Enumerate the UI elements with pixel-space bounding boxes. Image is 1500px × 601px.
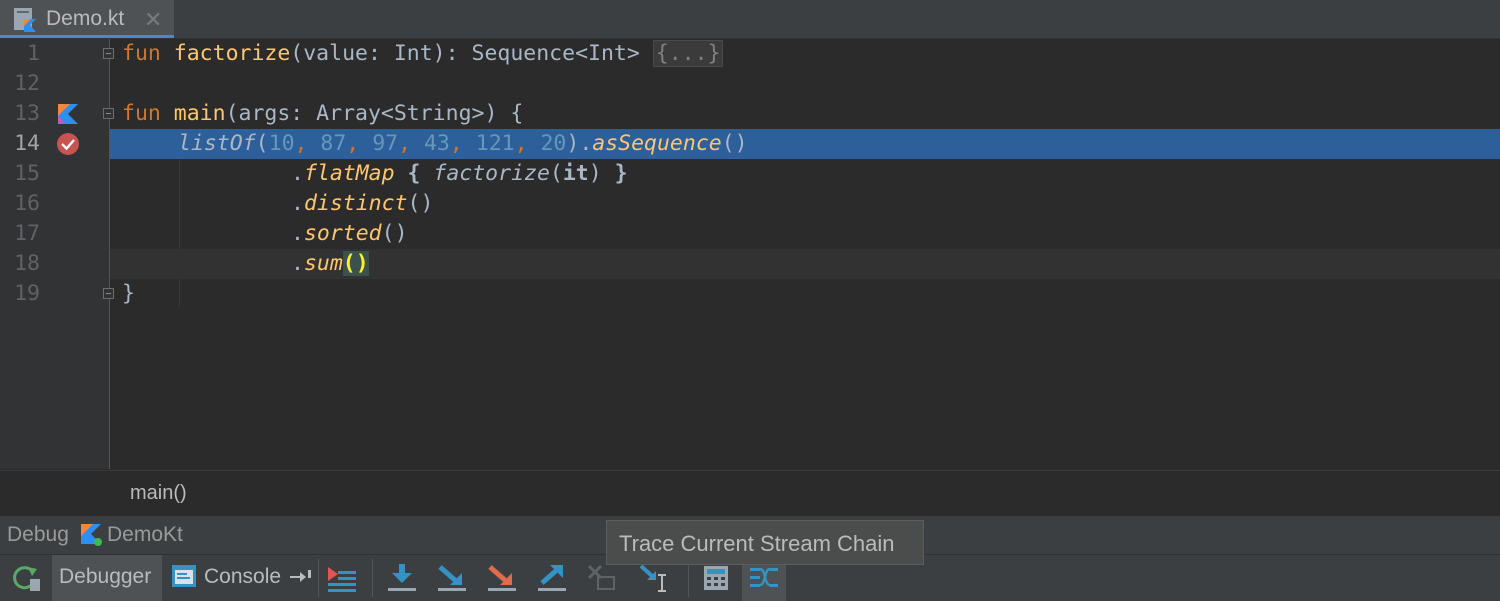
breadcrumb-bar: main() [0, 470, 1500, 517]
code-line-15: 15 .flatMap { factorize(it) } [0, 159, 1500, 189]
function-name: main [173, 101, 226, 126]
toolbar-separator [372, 559, 373, 597]
console-label: Console [204, 565, 282, 588]
line-number: 15 [14, 161, 40, 186]
number-literal: 97 [372, 131, 399, 156]
dot: . [291, 221, 304, 246]
step-into-icon[interactable] [436, 563, 468, 593]
breadcrumb[interactable]: main() [130, 482, 187, 505]
brace: } [614, 161, 628, 186]
line-number: 14 [14, 131, 40, 156]
line-number: 12 [14, 71, 40, 96]
code-line-1: 1 fun factorize(value: Int): Sequence<In… [0, 39, 1500, 69]
run-config-name[interactable]: DemoKt [107, 523, 183, 547]
line-number: 1 [27, 41, 40, 66]
code-line-18: 18 .sum() [0, 249, 1500, 279]
kotlin-config-icon [81, 524, 102, 546]
tab-debugger[interactable]: Debugger [52, 555, 162, 601]
number-literal: 43 [423, 131, 450, 156]
fold-collapse-icon[interactable] [103, 108, 114, 119]
run-to-cursor-icon[interactable] [638, 563, 670, 593]
breakpoint-icon[interactable] [56, 132, 80, 156]
call-assequence: asSequence [592, 131, 722, 156]
signature: (value: Int): Sequence<Int> [290, 41, 640, 66]
it-keyword: it [562, 161, 589, 186]
rerun-icon[interactable] [10, 563, 42, 593]
function-name: factorize [173, 41, 291, 66]
tooltip-text: Trace Current Stream Chain [619, 531, 895, 556]
close-icon[interactable]: ✕ [144, 8, 162, 33]
kotlin-file-icon [14, 8, 36, 32]
code-editor[interactable]: 1 fun factorize(value: Int): Sequence<In… [0, 39, 1500, 469]
toolbar-separator [318, 559, 319, 597]
line-number: 16 [14, 191, 40, 216]
fold-end-icon[interactable] [103, 288, 114, 299]
paren: () [407, 191, 434, 216]
dot: . [291, 191, 304, 216]
editor-tab-bar: Demo.kt ✕ [0, 0, 1500, 39]
drop-frame-icon [587, 564, 615, 590]
paren: ). [566, 131, 593, 156]
paren: () [721, 131, 748, 156]
matched-paren: () [342, 251, 369, 276]
tooltip: Trace Current Stream Chain [606, 520, 924, 565]
call-factorize: factorize [433, 161, 550, 186]
pin-arrow-icon[interactable] [289, 567, 313, 587]
call-listof: listOf [178, 131, 256, 156]
code-line-14: 14 listOf(10, 87, 97, 43, 121, 20).asSeq… [0, 129, 1500, 159]
call-sum: sum [303, 251, 343, 276]
line-number: 13 [14, 101, 40, 126]
line-number: 18 [14, 251, 40, 276]
keyword: fun [122, 101, 161, 126]
number-literal: 20 [540, 131, 567, 156]
show-execution-point-icon[interactable] [326, 565, 358, 593]
number-literal: 87 [320, 131, 347, 156]
paren: ( [255, 131, 269, 156]
number-literal: 10 [268, 131, 295, 156]
kotlin-run-icon[interactable] [56, 102, 80, 126]
folded-block[interactable]: {...} [652, 40, 724, 67]
signature: (args: Array<String>) { [225, 101, 524, 126]
code-line-12: 12 [0, 69, 1500, 99]
code-line-19: 19 } [0, 279, 1500, 309]
tab-demo-kt[interactable]: Demo.kt ✕ [0, 0, 174, 38]
keyword: fun [122, 41, 161, 66]
tab-label: Demo.kt [46, 7, 125, 30]
closing-brace: } [122, 281, 135, 306]
dot: . [291, 251, 304, 276]
force-step-into-icon[interactable] [486, 563, 518, 593]
step-over-icon[interactable] [386, 563, 418, 593]
evaluate-expression-icon[interactable] [702, 564, 730, 592]
step-out-icon[interactable] [536, 563, 568, 593]
code-line-16: 16 .distinct() [0, 189, 1500, 219]
debug-title: Debug [7, 523, 69, 546]
call-distinct: distinct [303, 191, 408, 216]
console-icon [172, 565, 196, 587]
code-line-13: 13 fun main(args: Array<String>) { [0, 99, 1500, 129]
debugger-label: Debugger [59, 565, 152, 588]
line-number: 19 [14, 281, 40, 306]
call-flatmap: flatMap [303, 161, 395, 186]
brace: { [394, 161, 434, 186]
paren: ) [588, 161, 615, 186]
dot: . [291, 161, 304, 186]
call-sorted: sorted [303, 221, 382, 246]
number-literal: 121 [475, 131, 515, 156]
line-number: 17 [14, 221, 40, 246]
trace-stream-icon [750, 567, 778, 587]
code-line-17: 17 .sorted() [0, 219, 1500, 249]
paren: ( [549, 161, 563, 186]
paren: () [381, 221, 408, 246]
fold-expand-icon[interactable] [103, 48, 114, 59]
